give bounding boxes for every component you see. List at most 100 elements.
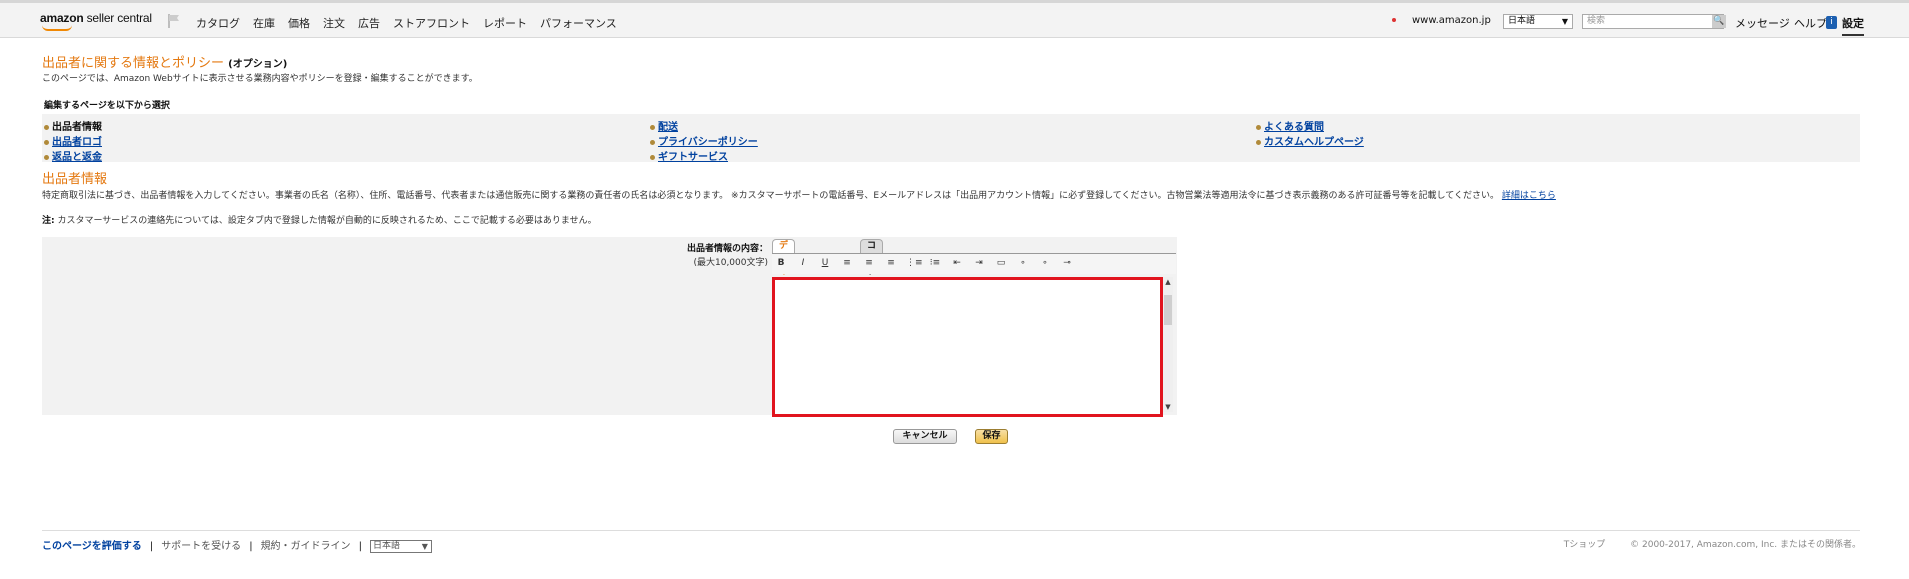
help-link[interactable]: ヘルプ [1794,15,1827,31]
footer-language-value: 日本語 [372,540,400,551]
indent-icon[interactable]: ⇥ [972,258,986,268]
nav-pricing[interactable]: 価格 [288,17,310,30]
unordered-list-icon[interactable]: ⁝≡ [928,258,942,268]
marketplace-dot-icon [1392,18,1396,22]
language-select[interactable]: 日本語 ▼ [1503,14,1573,29]
selector-item-label[interactable]: 返品と返金 [52,152,102,163]
scrollbar-thumb[interactable] [1164,295,1172,325]
shop-link[interactable]: Tショップ [1564,540,1606,550]
bullet-icon [650,139,655,145]
flag-icon[interactable] [168,14,180,28]
dropdown-arrow-icon: ▼ [421,541,428,551]
scroll-down-icon[interactable]: ▼ [1164,403,1172,411]
align-right-icon[interactable]: ≡ [884,258,898,268]
outdent-icon[interactable]: ⇤ [950,258,964,268]
clear-format-icon[interactable]: ⊸ [1060,258,1074,268]
page-title: 出品者に関する情報とポリシー (オプション) [42,52,287,71]
section-description: 特定商取引法に基づき、出品者情報を入力してください。事業者の氏名（名称）、住所、… [42,188,1556,201]
amazon-seller-central-logo[interactable]: amazon seller central [40,11,152,31]
unlink-icon[interactable]: ∘ [1038,258,1052,268]
language-select-value: 日本語 [1508,16,1536,26]
bullet-icon [1256,139,1261,145]
search-button[interactable]: 🔍 [1712,15,1726,28]
logo-sub-text: seller central [86,11,152,25]
selector-item-faq[interactable]: よくある質問 [1256,118,1324,133]
note-label: 注: [42,216,55,226]
link-icon[interactable]: ∘ [1016,258,1030,268]
selector-item-privacy-policy[interactable]: プライバシーポリシー [650,133,758,148]
section-note: 注: カスタマーサービスの連絡先については、設定タブ内で登録した情報が自動的に反… [42,213,597,226]
cancel-button[interactable]: キャンセル [893,429,957,444]
nav-inventory[interactable]: 在庫 [253,17,275,30]
footer-divider [42,530,1860,531]
note-text: カスタマーサービスの連絡先については、設定タブ内で登録した情報が自動的に反映され… [57,216,597,226]
editor-label: 出品者情報の内容： [686,244,768,254]
selector-item-label[interactable]: カスタムヘルプページ [1264,137,1364,148]
support-link[interactable]: サポートを受ける [161,541,241,552]
page-selector-box: 出品者情報 出品者ロゴ 返品と返金 配送 プライバシーポリシー ギフトサービス … [42,114,1860,163]
bullet-icon [650,124,655,130]
italic-icon[interactable]: I [796,258,810,268]
messages-link[interactable]: メッセージ [1735,15,1790,31]
nav-catalog[interactable]: カタログ [196,17,240,30]
align-left-icon[interactable]: ≡ [840,258,854,268]
page-description: このページでは、Amazon Webサイトに表示させる業務内容やポリシーを登録・… [42,74,478,84]
seller-info-editor-area[interactable] [772,277,1163,417]
bullet-icon [1256,124,1261,130]
selector-item-custom-help[interactable]: カスタムヘルプページ [1256,133,1364,148]
nav-orders[interactable]: 注文 [323,17,345,30]
selector-item-shipping[interactable]: 配送 [650,118,678,133]
rate-page-link[interactable]: このページを評価する [42,541,142,552]
footer-separator: | [149,541,154,552]
editor-scrollbar[interactable]: ▲ ▼ [1163,277,1173,412]
editor-sublabel: (最大10,000文字) [693,258,768,268]
tab-design-view[interactable]: デザインビュー [772,239,796,329]
bullet-icon [44,139,49,145]
selector-item-seller-logo[interactable]: 出品者ロゴ [44,133,102,148]
nav-advertising[interactable]: 広告 [358,17,380,30]
horizontal-rule-icon[interactable]: ▭ [994,258,1008,268]
selector-item-gift-service[interactable]: ギフトサービス [650,148,728,163]
selector-item-label[interactable]: 配送 [658,122,678,133]
align-center-icon[interactable]: ≡ [862,258,876,268]
selector-item-seller-info[interactable]: 出品者情報 [44,118,102,133]
save-button[interactable]: 保存 [975,429,1008,444]
selector-item-label[interactable]: 出品者ロゴ [52,137,102,148]
bold-icon[interactable]: B [774,258,788,268]
dropdown-arrow-icon: ▼ [1561,17,1568,26]
search-input[interactable]: 検索 [1582,14,1724,29]
underline-icon[interactable]: U [818,258,832,268]
selector-item-returns[interactable]: 返品と返金 [44,148,102,163]
selector-item-label[interactable]: プライバシーポリシー [658,137,758,148]
nav-reports[interactable]: レポート [483,17,527,30]
amazon-smile-icon [42,25,72,31]
footer-links: このページを評価する | サポートを受ける | 規約・ガイドライン | 日本語 ▼ [42,537,432,553]
nav-performance[interactable]: パフォーマンス [540,17,617,30]
scroll-up-icon[interactable]: ▲ [1164,278,1172,286]
section-title: 出品者情報 [42,172,108,187]
footer-language-select[interactable]: 日本語 ▼ [369,539,432,553]
main-nav: カタログ 在庫 価格 注文 広告 ストアフロント レポート パフォーマンス [196,15,630,31]
page-title-suffix: (オプション) [228,59,288,70]
bullet-icon [44,154,49,160]
editor-toolbar: B I U ≡ ≡ ≡ ⋮≡ ⁝≡ ⇤ ⇥ ▭ ∘ ∘ ⊸ [772,253,1176,274]
top-navigation-bar: amazon seller central カタログ 在庫 価格 注文 広告 ストアフロン… [0,3,1909,38]
copyright-text: © 2000-2017, Amazon.com, Inc. またはその関係者。 [1630,540,1861,550]
ordered-list-icon[interactable]: ⋮≡ [906,258,923,268]
selector-item-label: 出品者情報 [52,122,102,133]
marketplace-label: www.amazon.jp [1412,15,1491,26]
policies-link[interactable]: 規約・ガイドライン [261,541,351,552]
nav-storefront[interactable]: ストアフロント [393,17,470,30]
bullet-icon [650,154,655,160]
details-link[interactable]: 詳細はこちら [1502,191,1556,201]
settings-link[interactable]: 設定 [1842,15,1864,36]
selector-item-label[interactable]: ギフトサービス [658,152,728,163]
page-selector-heading: 編集するページを以下から選択 [44,101,170,111]
section-description-text: 特定商取引法に基づき、出品者情報を入力してください。事業者の氏名（名称）、住所、… [42,191,1499,201]
logo-main-text: amazon [40,11,84,25]
info-icon[interactable]: i [1826,16,1837,29]
footer-separator: | [249,541,253,552]
tab-code-view[interactable]: コードビュー [860,239,884,316]
selector-item-label[interactable]: よくある質問 [1264,122,1324,133]
footer-right: Tショップ © 2000-2017, Amazon.com, Inc. またはそ… [1542,537,1861,550]
